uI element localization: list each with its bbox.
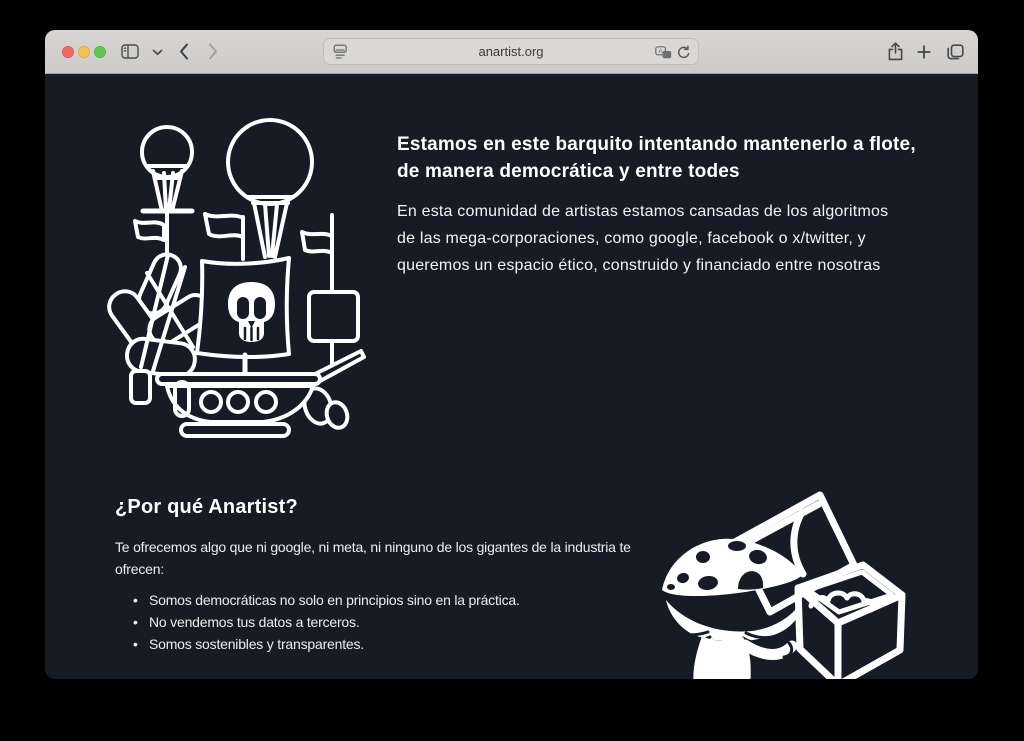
forward-chevron-icon	[208, 43, 218, 60]
hero-section: Estamos en este barquito intentando mant…	[397, 131, 927, 279]
why-section: ¿Por qué Anartist? Te ofrecemos algo que…	[115, 494, 655, 655]
pirate-ship-illustration	[105, 105, 385, 455]
list-item: No vendemos tus datos a terceros.	[115, 611, 655, 633]
reload-icon	[676, 45, 691, 60]
list-item: Somos democráticas no solo en principios…	[115, 589, 655, 611]
zoom-window-button[interactable]	[94, 46, 106, 58]
translate-button[interactable]: A	[655, 46, 672, 59]
tab-overview-button[interactable]	[947, 44, 964, 60]
reload-button[interactable]	[676, 45, 691, 60]
forward-button[interactable]	[208, 43, 218, 60]
chevron-down-icon	[152, 49, 163, 56]
back-button[interactable]	[179, 43, 189, 60]
why-intro: Te ofrecemos algo que ni google, ni meta…	[115, 536, 655, 580]
why-bullet-list: Somos democráticas no solo en principios…	[115, 589, 655, 655]
plus-icon	[917, 45, 931, 59]
sidebar-panel-icon	[121, 44, 139, 59]
list-item: Somos sostenibles y transparentes.	[115, 633, 655, 655]
page-content: Estamos en este barquito intentando mant…	[45, 74, 978, 679]
share-icon	[888, 42, 903, 61]
why-title: ¿Por qué Anartist?	[115, 494, 655, 520]
screenshot-stage: anartist.org A	[0, 0, 1024, 741]
browser-toolbar: anartist.org A	[45, 30, 978, 74]
hero-title: Estamos en este barquito intentando mant…	[397, 131, 927, 185]
sidebar-toggle-button[interactable]	[121, 44, 139, 59]
close-window-button[interactable]	[62, 46, 74, 58]
address-bar[interactable]: anartist.org A	[323, 38, 699, 65]
browser-window: anartist.org A	[45, 30, 978, 679]
url-text: anartist.org	[324, 39, 698, 64]
new-tab-button[interactable]	[917, 45, 931, 59]
translate-icon: A	[655, 46, 672, 59]
sidebar-menu-chevron[interactable]	[152, 49, 163, 56]
back-chevron-icon	[179, 43, 189, 60]
hero-body: En esta comunidad de artistas estamos ca…	[397, 198, 927, 279]
minimize-window-button[interactable]	[78, 46, 90, 58]
share-button[interactable]	[888, 42, 903, 61]
tab-overview-icon	[947, 44, 964, 60]
mushroom-treasure-illustration	[650, 486, 960, 679]
